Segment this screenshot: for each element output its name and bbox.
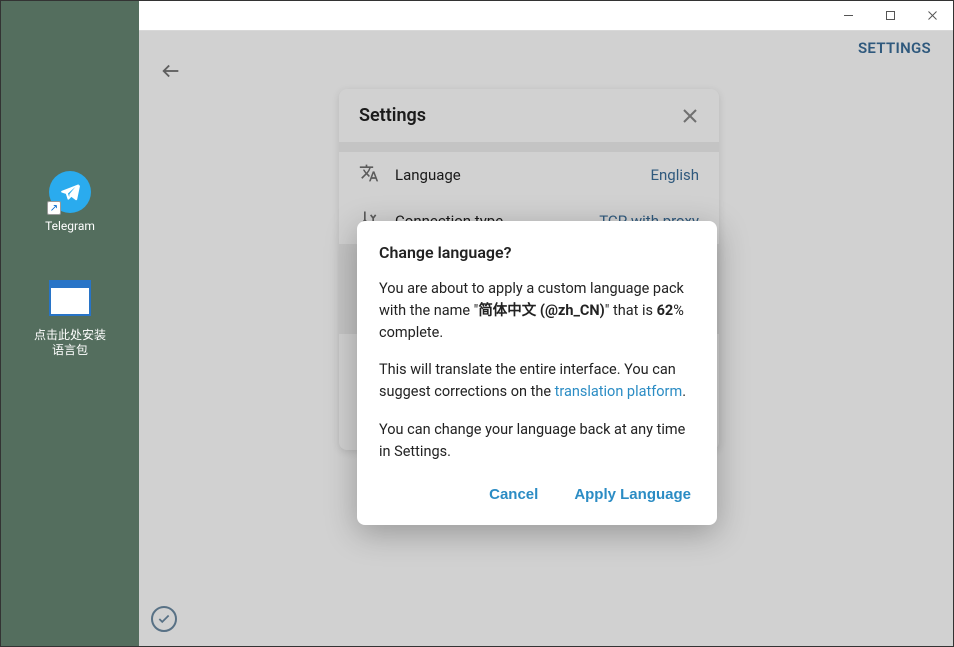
settings-row-language[interactable]: Language English (339, 152, 719, 198)
apply-language-button[interactable]: Apply Language (570, 478, 695, 511)
settings-title: Settings (359, 105, 426, 126)
translation-platform-link[interactable]: translation platform (555, 383, 683, 400)
lang-pack-shortcut[interactable]: 点击此处安装 语言包 (30, 280, 110, 359)
desktop-icon-label: Telegram (45, 219, 95, 235)
desktop-area: ↗ Telegram 点击此处安装 语言包 (1, 1, 139, 646)
language-icon (359, 163, 379, 187)
telegram-shortcut[interactable]: ↗ Telegram (30, 171, 110, 235)
file-window-icon (49, 280, 91, 316)
change-language-dialog: Change language? You are about to apply … (357, 221, 717, 525)
close-panel-button[interactable] (681, 107, 699, 125)
titlebar (139, 1, 953, 31)
settings-header-label: SETTINGS (858, 39, 931, 57)
cancel-button[interactable]: Cancel (485, 478, 542, 511)
back-button[interactable] (157, 57, 185, 85)
desktop-icon-label: 点击此处安装 语言包 (34, 328, 106, 359)
dialog-title: Change language? (379, 243, 695, 262)
app-window: SETTINGS Settings Language English (139, 1, 953, 646)
verified-badge-icon (151, 606, 177, 632)
shortcut-arrow-icon: ↗ (47, 201, 61, 215)
maximize-button[interactable] (869, 1, 911, 31)
row-value: English (650, 166, 699, 184)
minimize-button[interactable] (827, 1, 869, 31)
row-label: Language (395, 166, 634, 184)
close-window-button[interactable] (911, 1, 953, 31)
dialog-body: You are about to apply a custom language… (379, 278, 695, 462)
